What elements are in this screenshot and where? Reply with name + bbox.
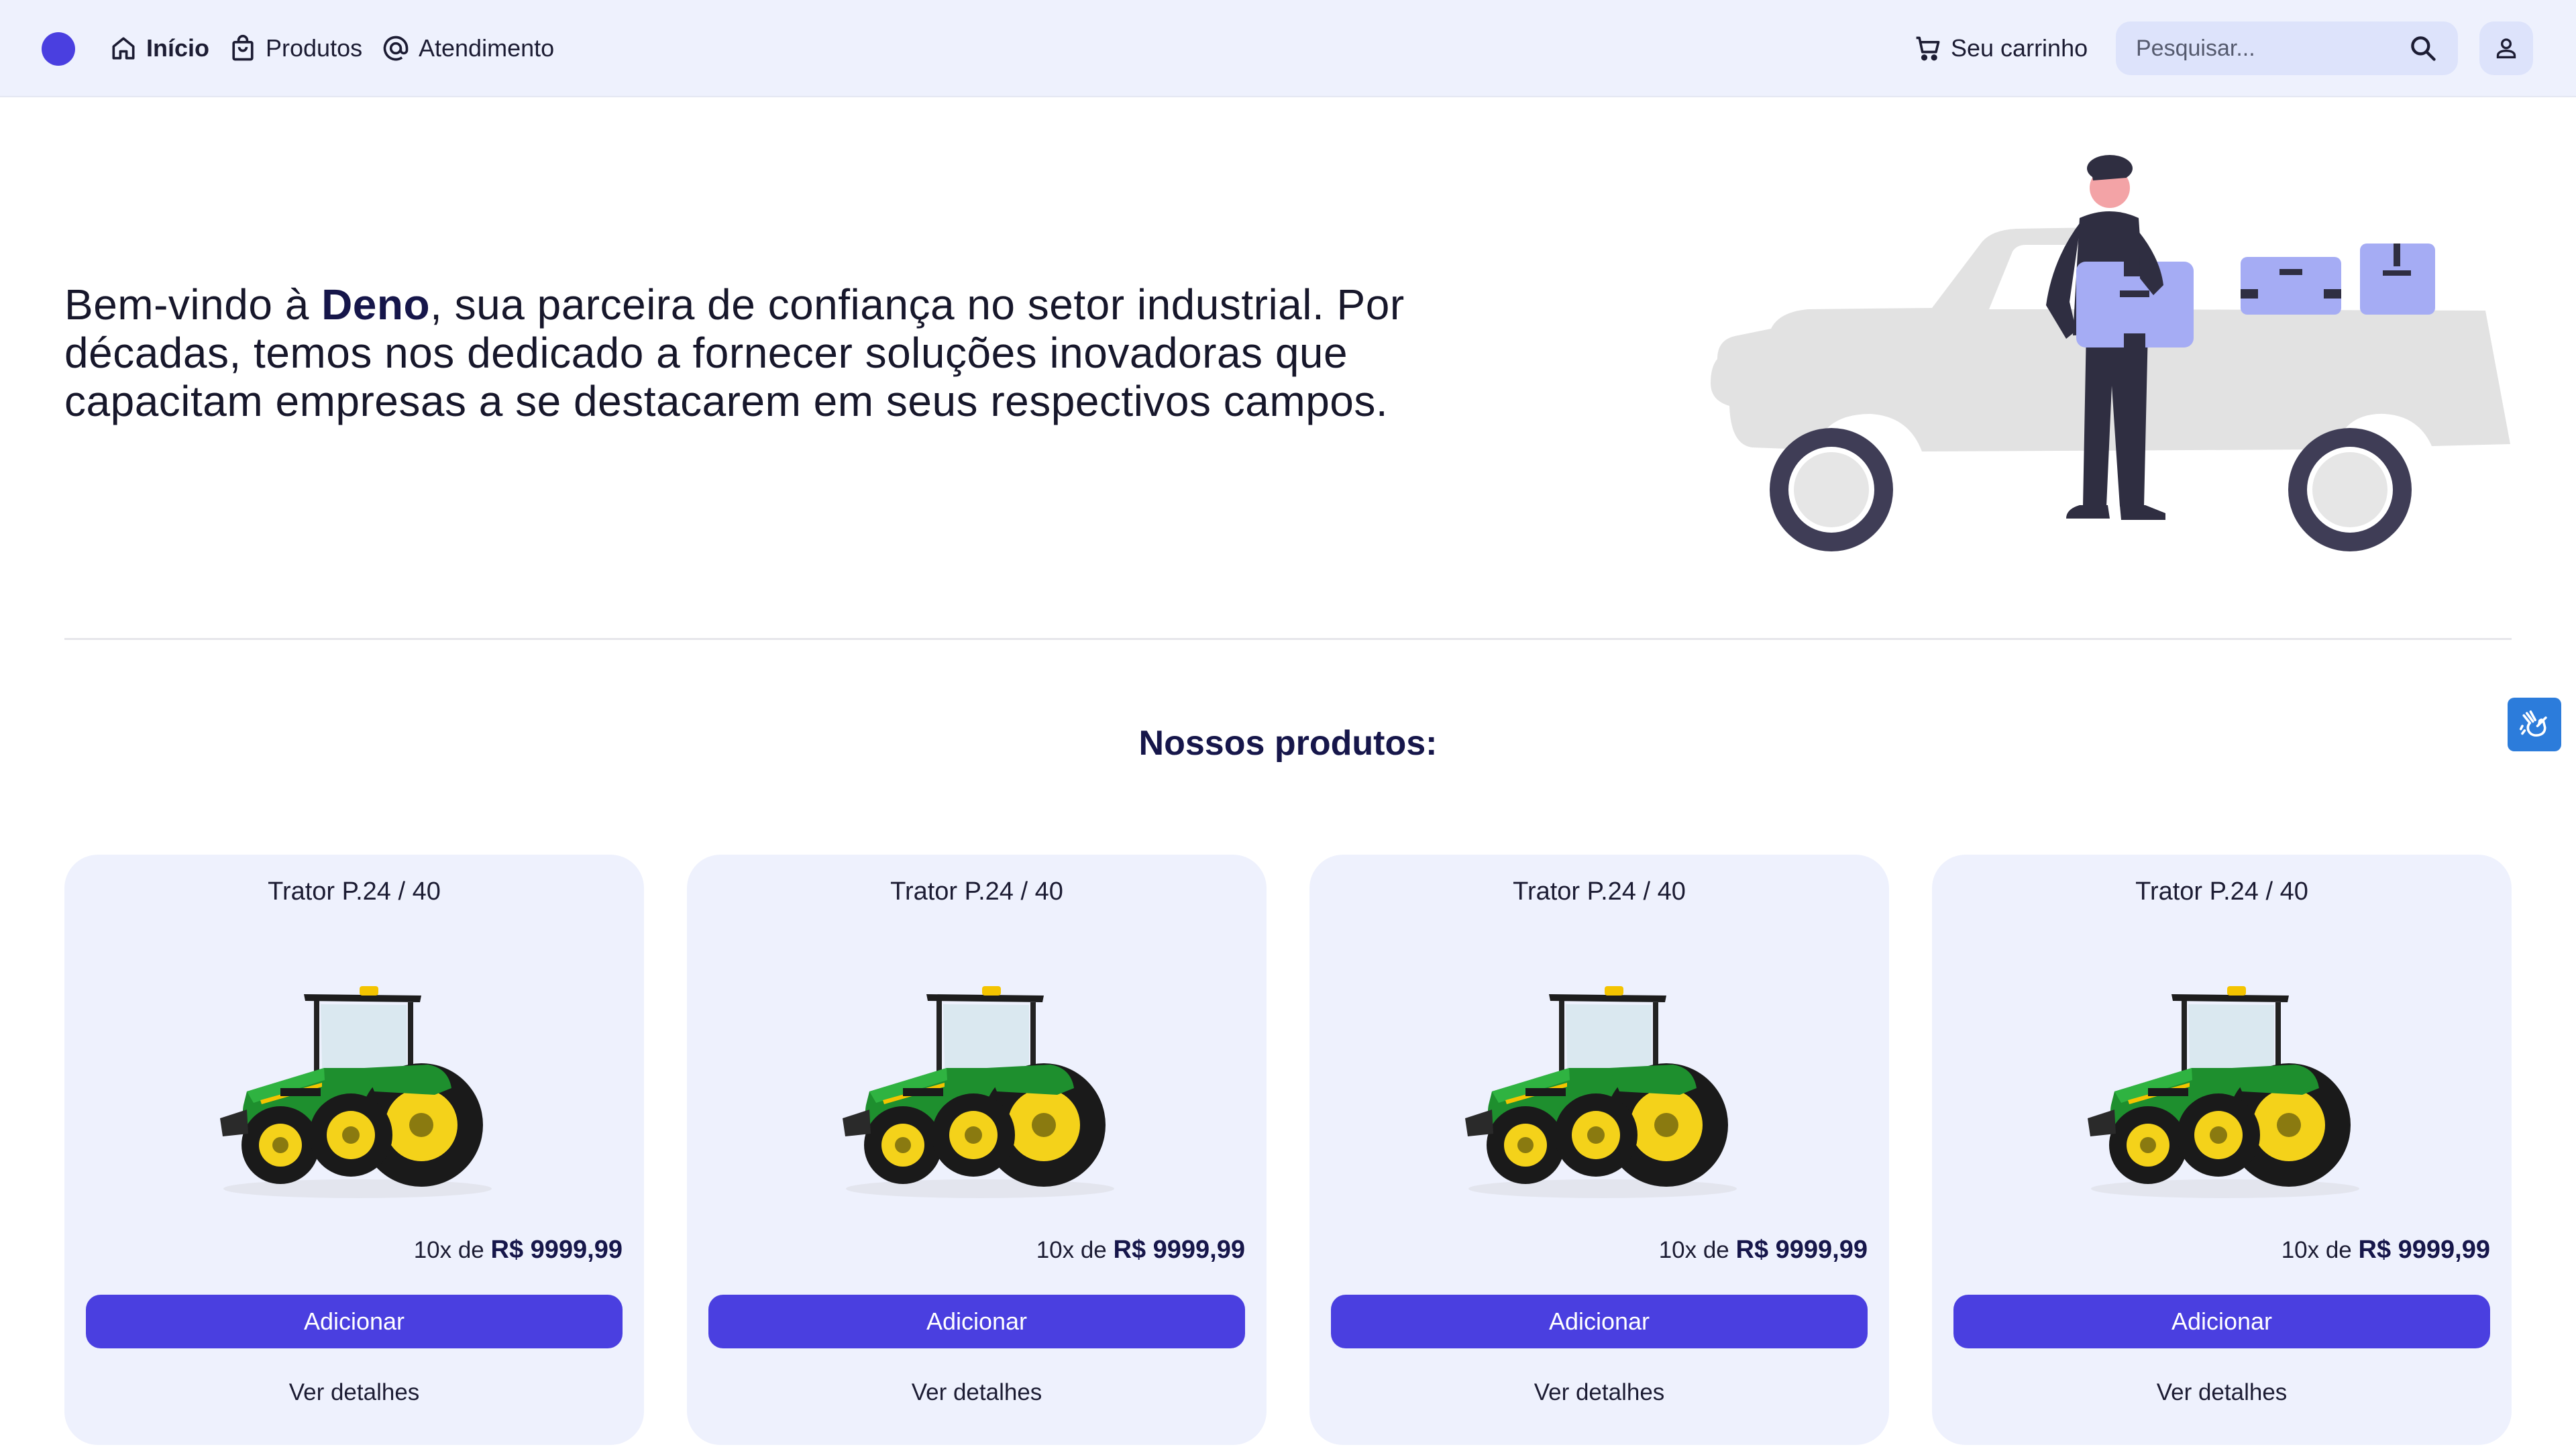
price-value: R$ 9999,99 <box>2358 1236 2491 1264</box>
tractor-image <box>1465 986 1737 1198</box>
search-box <box>2116 21 2458 75</box>
search-button[interactable] <box>2408 34 2438 63</box>
search-icon <box>2411 36 2436 61</box>
user-icon <box>2496 38 2516 58</box>
product-price: 10x de R$ 9999,99 <box>1036 1236 1245 1265</box>
view-details-link[interactable]: Ver detalhes <box>64 1379 644 1406</box>
view-details-link[interactable]: Ver detalhes <box>687 1379 1267 1406</box>
view-details-link[interactable]: Ver detalhes <box>1932 1379 2512 1406</box>
product-card: Trator P.24 / 40 10x de R$ 9999,99 Adici… <box>687 855 1267 1445</box>
delivery-truck-illustration <box>1711 155 2510 551</box>
at-sign-icon <box>383 36 409 61</box>
installments-label: 10x de <box>413 1237 491 1263</box>
cart-button[interactable]: Seu carrinho <box>1913 30 2088 67</box>
price-value: R$ 9999,99 <box>1113 1236 1246 1264</box>
hero-text-intro: Bem-vindo à <box>64 280 322 329</box>
product-card: Trator P.24 / 40 10x de R$ 9999,99 Adici… <box>1932 855 2512 1445</box>
nav-home-label: Início <box>146 34 210 62</box>
nav-products-label: Produtos <box>266 34 363 62</box>
product-price: 10x de R$ 9999,99 <box>1659 1236 1868 1265</box>
nav-item-products[interactable]: Produtos <box>228 30 362 67</box>
product-grid: Trator P.24 / 40 10x de R$ 9999,99 Adici… <box>64 855 2512 1445</box>
tractor-image <box>220 986 492 1198</box>
section-divider <box>64 638 2512 640</box>
installments-label: 10x de <box>1658 1237 1736 1263</box>
brand-name: Deno <box>321 280 431 329</box>
installments-label: 10x de <box>2281 1237 2359 1263</box>
add-to-cart-button[interactable]: Adicionar <box>86 1295 623 1348</box>
price-value: R$ 9999,99 <box>490 1236 623 1264</box>
product-price: 10x de R$ 9999,99 <box>2282 1236 2490 1265</box>
product-card: Trator P.24 / 40 10x de R$ 9999,99 Adici… <box>64 855 644 1445</box>
logo[interactable] <box>42 32 75 66</box>
price-value: R$ 9999,99 <box>1735 1236 1868 1264</box>
tractor-image <box>2088 986 2359 1198</box>
product-name: Trator P.24 / 40 <box>268 877 441 906</box>
products-section-title: Nossos produtos: <box>1138 724 1438 763</box>
product-name: Trator P.24 / 40 <box>2135 877 2308 906</box>
user-button[interactable] <box>2479 21 2533 75</box>
nav-support-label: Atendimento <box>419 34 555 62</box>
hero-text: Bem-vindo à Deno, sua parceira de confia… <box>64 280 1540 425</box>
installments-label: 10x de <box>1036 1237 1114 1263</box>
add-to-cart-button[interactable]: Adicionar <box>1331 1295 1868 1348</box>
product-price: 10x de R$ 9999,99 <box>414 1236 623 1265</box>
tractor-image <box>843 986 1114 1198</box>
search-input[interactable] <box>2136 21 2404 75</box>
nav-item-support[interactable]: Atendimento <box>381 30 554 67</box>
home-icon <box>112 37 135 60</box>
add-to-cart-button[interactable]: Adicionar <box>1953 1295 2490 1348</box>
product-name: Trator P.24 / 40 <box>890 877 1063 906</box>
shopping-bag-icon <box>232 34 254 61</box>
product-card: Trator P.24 / 40 10x de R$ 9999,99 Adici… <box>1309 855 1889 1445</box>
view-details-link[interactable]: Ver detalhes <box>1309 1379 1889 1406</box>
cart-label: Seu carrinho <box>1951 34 2088 62</box>
navbar: Início Produtos Atendimento Seu carrinho <box>0 0 2576 97</box>
nav-item-home[interactable]: Início <box>109 30 209 67</box>
product-name: Trator P.24 / 40 <box>1513 877 1686 906</box>
add-to-cart-button[interactable]: Adicionar <box>708 1295 1245 1348</box>
cart-icon <box>1916 36 1940 61</box>
